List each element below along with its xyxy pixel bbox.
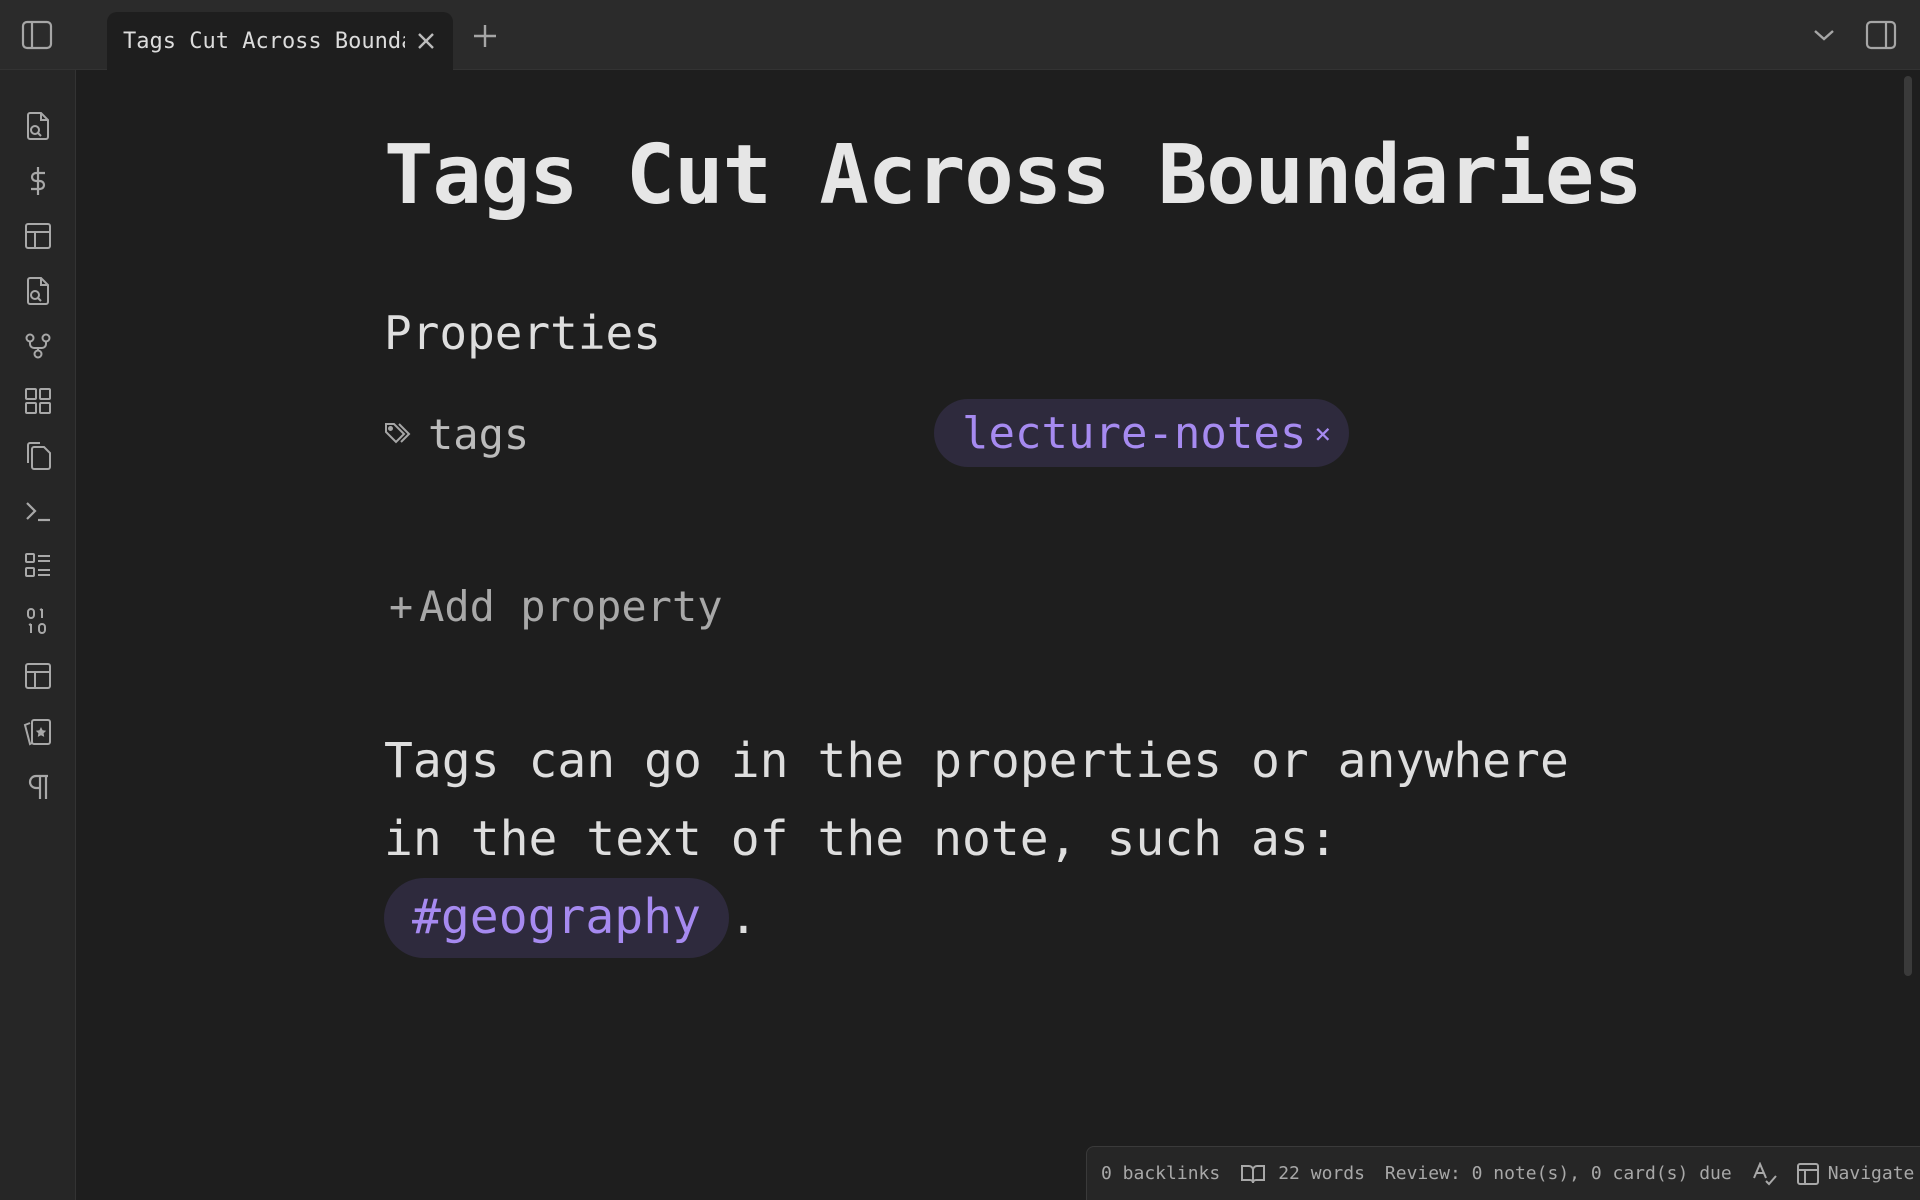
pilcrow-icon[interactable] [18, 767, 58, 807]
flashcards-icon[interactable] [18, 712, 58, 752]
tab-title: Tags Cut Across Boundar… [123, 28, 405, 54]
file-search-icon[interactable] [18, 271, 58, 311]
note-body[interactable]: Tags can go in the properties or anywher… [384, 722, 1634, 958]
review-status[interactable]: Review: 0 note(s), 0 card(s) due [1385, 1163, 1732, 1184]
dollar-icon[interactable] [18, 161, 58, 201]
list-icon[interactable] [18, 546, 58, 586]
layout-icon[interactable] [1796, 1161, 1820, 1187]
tag-pill-label[interactable]: lecture-notes [962, 408, 1306, 459]
reading-view-icon[interactable] [1240, 1161, 1266, 1187]
add-property-label: Add property [419, 582, 723, 631]
property-key[interactable]: tags [428, 410, 529, 459]
close-icon[interactable] [413, 28, 439, 54]
scrollbar[interactable] [1904, 76, 1912, 976]
plus-icon: + [389, 583, 414, 630]
sidebar-toggle-icon[interactable] [17, 15, 57, 55]
inline-tag[interactable]: #geography [384, 878, 729, 958]
word-count: 22 words [1278, 1163, 1365, 1184]
editor-pane[interactable]: Tags Cut Across Boundaries Properties ta… [77, 70, 1920, 1200]
add-property-button[interactable]: + Add property [389, 582, 723, 631]
app-window: Tags Cut Across Boundar… [0, 0, 1920, 1200]
tags-icon [384, 420, 416, 448]
remove-tag-icon[interactable]: × [1314, 417, 1331, 450]
note-title[interactable]: Tags Cut Across Boundaries [384, 128, 1643, 223]
body-text: Tags can go in the properties or anywher… [384, 733, 1569, 867]
navigate-label[interactable]: Navigate [1828, 1163, 1915, 1184]
spellcheck-icon[interactable] [1752, 1161, 1778, 1187]
layout-icon[interactable] [18, 216, 58, 256]
right-sidebar-toggle-icon[interactable] [1861, 15, 1901, 55]
left-ribbon [0, 70, 76, 1200]
body-text-end: . [728, 889, 758, 945]
backlinks-count[interactable]: 0 backlinks [1101, 1163, 1220, 1184]
properties-heading: Properties [384, 306, 661, 360]
new-tab-icon[interactable] [465, 16, 505, 56]
dashboard-icon[interactable] [18, 381, 58, 421]
chevron-down-icon[interactable] [1804, 15, 1844, 55]
title-bar: Tags Cut Across Boundar… [0, 0, 1920, 70]
git-fork-icon[interactable] [18, 326, 58, 366]
copy-files-icon[interactable] [18, 436, 58, 476]
layout-icon[interactable] [18, 656, 58, 696]
tab-active[interactable]: Tags Cut Across Boundar… [107, 12, 453, 70]
binary-icon[interactable] [18, 601, 58, 641]
property-row-tags: tags lecture-notes × [384, 398, 1350, 468]
file-search-icon[interactable] [18, 106, 58, 146]
status-bar: 0 backlinks 22 words Review: 0 note(s), … [1086, 1146, 1920, 1200]
tag-pill[interactable]: lecture-notes × [934, 399, 1350, 467]
terminal-icon[interactable] [18, 491, 58, 531]
